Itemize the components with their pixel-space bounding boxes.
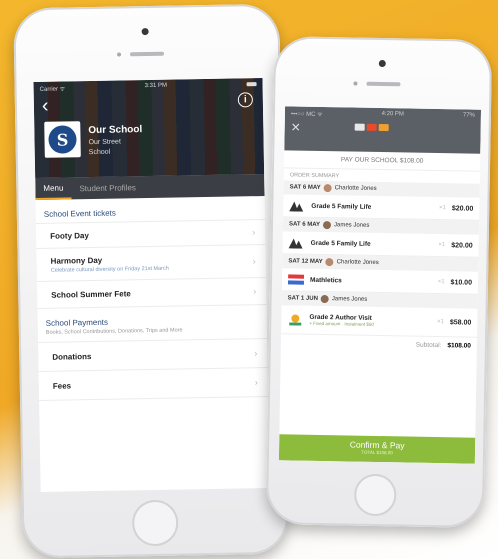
order-item-price: $20.00 bbox=[451, 241, 473, 250]
card-logos bbox=[354, 123, 389, 132]
order-item-price: $20.00 bbox=[451, 204, 474, 213]
order-item[interactable]: Grade 5 Family Life ×1 $20.00 bbox=[283, 194, 480, 221]
school-header: Carrier ᯤ 3:31 PM ‹ i S Our School Our S… bbox=[33, 78, 265, 179]
order-date: SAT 12 MAY bbox=[288, 258, 323, 266]
confirm-pay-button[interactable]: Confirm & Pay TOTAL $108.00 bbox=[278, 434, 476, 464]
payment-item-donations[interactable]: Donations › bbox=[38, 337, 268, 371]
home-button[interactable] bbox=[353, 473, 397, 517]
battery-label: 77% bbox=[462, 112, 475, 119]
tab-menu[interactable]: Menu bbox=[35, 177, 72, 201]
carrier-label: Carrier ᯤ bbox=[39, 86, 66, 93]
order-item-qty: ×1 bbox=[438, 205, 446, 212]
event-item-summer-fete[interactable]: School Summer Fete › bbox=[36, 276, 267, 309]
event-item-title: School Summer Fete bbox=[51, 288, 131, 300]
chevron-right-icon: › bbox=[254, 377, 258, 388]
card-logo-icon bbox=[354, 123, 365, 131]
school-type: School bbox=[88, 148, 111, 157]
order-date: SAT 1 JUN bbox=[287, 295, 318, 302]
order-item[interactable]: Mathletics ×1 $10.00 bbox=[281, 268, 479, 295]
event-item-harmony-day[interactable]: Harmony Day Celebrate cultural diversity… bbox=[36, 243, 266, 281]
order-person: Charlotte Jones bbox=[336, 259, 379, 266]
event-item-title: Footy Day bbox=[50, 230, 89, 241]
order-group: SAT 6 MAY Charlotte Jones Grade 5 Family… bbox=[283, 180, 480, 221]
left-phone: Carrier ᯤ 3:31 PM ‹ i S Our School Our S… bbox=[13, 3, 289, 559]
order-item-qty: ×1 bbox=[436, 319, 444, 326]
home-button[interactable] bbox=[131, 499, 179, 547]
payment-item-title: Donations bbox=[52, 351, 92, 362]
order-item-title: Grade 5 Family Life bbox=[311, 202, 372, 211]
order-item[interactable]: Grade 5 Family Life ×1 $20.00 bbox=[282, 231, 479, 258]
order-date: SAT 6 MAY bbox=[289, 184, 321, 191]
carrier-label: •••○○ MC ᯤ bbox=[290, 111, 323, 118]
author-visit-icon bbox=[289, 314, 302, 326]
family-life-icon bbox=[288, 238, 303, 249]
school-street: Our Street bbox=[88, 138, 121, 147]
order-group: SAT 12 MAY Charlotte Jones Mathletics ×1… bbox=[281, 254, 479, 295]
right-screen: •••○○ MC ᯤ 4:20 PM 77% ✕ PAY OUR SCHOOL … bbox=[278, 106, 482, 464]
school-name: Our School bbox=[88, 124, 143, 137]
subtotal-label: Subtotal: bbox=[415, 341, 442, 350]
right-phone: •••○○ MC ᯤ 4:20 PM 77% ✕ PAY OUR SCHOOL … bbox=[265, 36, 493, 528]
proximity-sensor bbox=[117, 52, 122, 57]
status-bar: Carrier ᯤ 3:31 PM bbox=[34, 78, 263, 96]
avatar bbox=[325, 258, 334, 267]
left-screen: Carrier ᯤ 3:31 PM ‹ i S Our School Our S… bbox=[33, 78, 270, 492]
payment-item-fees[interactable]: Fees › bbox=[38, 366, 269, 401]
chevron-right-icon: › bbox=[252, 256, 256, 267]
order-item-qty: ×1 bbox=[438, 242, 446, 249]
chevron-right-icon: › bbox=[253, 286, 257, 297]
front-camera bbox=[141, 28, 149, 36]
time-label: 3:31 PM bbox=[144, 82, 168, 90]
subtotal-row: Subtotal: $108.00 bbox=[281, 334, 477, 354]
event-item-subtitle: Celebrate cultural diversity on Friday 2… bbox=[50, 265, 169, 274]
tab-student-profiles[interactable]: Student Profiles bbox=[71, 176, 144, 199]
order-person: Charlotte Jones bbox=[334, 185, 377, 192]
time-label: 4:20 PM bbox=[381, 111, 404, 118]
chevron-right-icon: › bbox=[254, 348, 258, 359]
status-bar: •••○○ MC ᯤ 4:20 PM 77% bbox=[285, 106, 481, 123]
close-icon[interactable]: ✕ bbox=[291, 120, 301, 134]
avatar bbox=[323, 184, 332, 193]
logo-letter: S bbox=[48, 125, 77, 154]
card-logo-icon bbox=[378, 123, 389, 132]
back-chevron-icon[interactable]: ‹ bbox=[42, 95, 49, 117]
payment-header: •••○○ MC ᯤ 4:20 PM 77% ✕ bbox=[284, 106, 482, 154]
order-item-title: Grade 5 Family Life bbox=[310, 239, 371, 248]
avatar bbox=[322, 221, 332, 230]
order-group: SAT 6 MAY James Jones Grade 5 Family Lif… bbox=[282, 217, 480, 258]
subtotal-value: $108.00 bbox=[447, 342, 471, 350]
proximity-sensor bbox=[353, 81, 358, 86]
order-person: James Jones bbox=[333, 222, 370, 229]
order-item-title: Mathletics bbox=[309, 276, 342, 284]
order-item-qty: ×1 bbox=[437, 279, 445, 286]
front-camera bbox=[378, 59, 386, 68]
school-logo: S bbox=[44, 121, 81, 158]
earpiece-speaker bbox=[366, 81, 401, 87]
info-icon[interactable]: i bbox=[237, 92, 253, 108]
battery-icon bbox=[246, 82, 257, 87]
mastercard-icon bbox=[366, 123, 377, 131]
order-group: SAT 1 JUN James Jones Grade 2 Author Vis… bbox=[281, 291, 478, 338]
order-person: James Jones bbox=[331, 296, 368, 303]
order-item[interactable]: Grade 2 Author Visit + Fixed amount · In… bbox=[281, 305, 478, 338]
family-life-icon bbox=[289, 201, 304, 212]
order-item-price: $10.00 bbox=[450, 278, 473, 287]
chevron-right-icon: › bbox=[252, 227, 256, 238]
mathletics-icon bbox=[287, 274, 305, 285]
earpiece-speaker bbox=[130, 51, 165, 57]
order-item-price: $58.00 bbox=[449, 318, 472, 327]
event-item-title: Harmony Day bbox=[50, 255, 103, 266]
payment-item-title: Fees bbox=[52, 380, 72, 391]
order-date: SAT 6 MAY bbox=[288, 221, 321, 228]
avatar bbox=[320, 294, 329, 304]
order-item-note: + Fixed amount · Instalment $50 bbox=[309, 320, 374, 327]
